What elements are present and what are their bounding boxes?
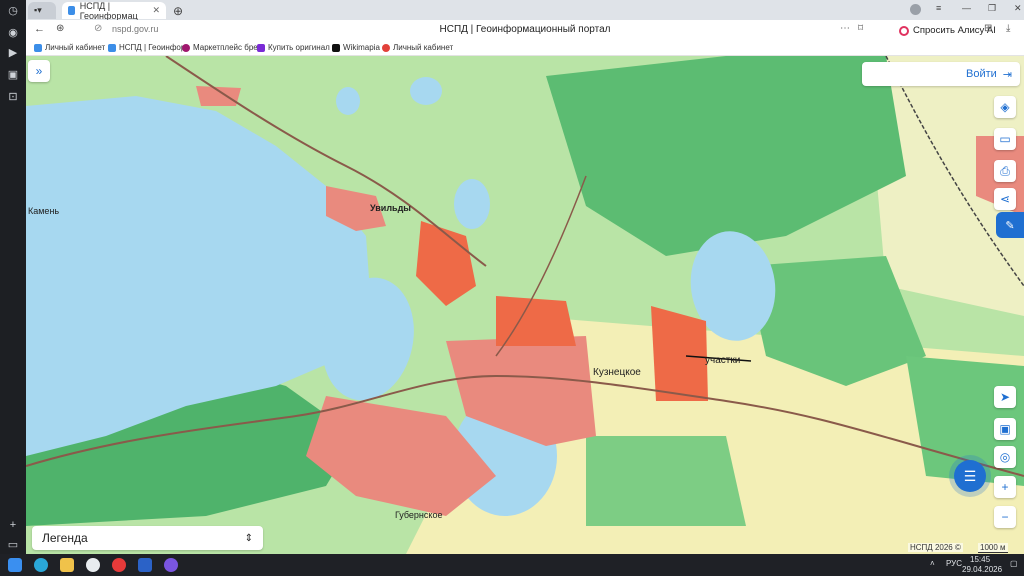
- tab-panel-icon[interactable]: ▣: [6, 68, 20, 82]
- sidebar-toggle-icon[interactable]: ▭: [6, 538, 20, 552]
- edge-icon[interactable]: [34, 558, 48, 572]
- location-icon: ◎: [999, 450, 1011, 464]
- app-icon[interactable]: [86, 558, 100, 572]
- share-button[interactable]: ⋖: [994, 188, 1016, 210]
- layers-icon: ◈: [1000, 100, 1010, 114]
- assistant-chat-button[interactable]: ☰: [954, 460, 986, 492]
- bookmark-item[interactable]: Личный кабинет: [34, 43, 105, 52]
- ruler-icon: ▭: [999, 132, 1011, 146]
- chat-icon: ✎: [1005, 219, 1015, 232]
- print-button[interactable]: ⎙: [994, 160, 1016, 182]
- windows-taskbar: ˄ РУС 15:45 29.04.2026 ▢: [0, 554, 1024, 576]
- tab-title: НСПД | Геоинформац: [79, 0, 138, 21]
- word-icon[interactable]: [138, 558, 152, 572]
- app-drop-icon[interactable]: [164, 558, 178, 572]
- legend-panel[interactable]: Легенда ⇕: [32, 526, 263, 550]
- bookmark-item[interactable]: Личный кабинет: [382, 43, 453, 52]
- login-button[interactable]: Войти ⇥: [862, 62, 1020, 86]
- extensions-icon[interactable]: ⊞: [984, 23, 992, 34]
- map-view[interactable]: Увильды Камень Кузнецкое Губернское учас…: [26, 56, 1024, 554]
- login-icon: ⇥: [1002, 68, 1012, 81]
- bookmark-favicon-icon: [382, 43, 390, 52]
- window-close-icon[interactable]: ✕: [1014, 3, 1022, 14]
- share-icon: ⋖: [999, 192, 1011, 206]
- legend-label: Легенда: [42, 531, 88, 545]
- clock-date[interactable]: 29.04.2026: [962, 565, 1002, 574]
- bookmark-item[interactable]: Wikimapia: [332, 43, 380, 52]
- tab-active[interactable]: НСПД | Геоинформац ✕: [62, 0, 166, 21]
- screenshot-icon[interactable]: ⊡: [6, 90, 20, 104]
- language-indicator[interactable]: РУС: [946, 559, 962, 568]
- bookmark-favicon-icon: [108, 43, 116, 52]
- play-icon[interactable]: ▶: [6, 46, 20, 60]
- measure-button[interactable]: ▭: [994, 128, 1016, 150]
- annotation-uchastki: участки: [705, 355, 741, 366]
- expand-collapse-icon: ⇕: [244, 532, 253, 544]
- chat-bubble-icon: ☰: [963, 467, 977, 484]
- minimize-icon[interactable]: —: [962, 3, 971, 13]
- place-label-gubernskoe: Губернское: [395, 510, 443, 520]
- ask-alice-button[interactable]: Спросить Алису AI: [899, 22, 996, 39]
- close-icon[interactable]: ✕: [152, 5, 160, 16]
- new-tab-button[interactable]: ⊕: [171, 2, 185, 19]
- add-icon[interactable]: +: [6, 518, 20, 532]
- search-location-button[interactable]: ◎: [994, 446, 1016, 468]
- copyright: НСПД 2026 ©: [908, 543, 963, 552]
- geolocation-button[interactable]: ➤: [994, 386, 1016, 408]
- tab-group-button[interactable]: ▪▾: [28, 2, 56, 19]
- download-icon[interactable]: ⤓: [1006, 23, 1010, 34]
- bookmark-item[interactable]: Маркетплейс бре: [182, 43, 258, 52]
- place-label-kuznetskoe: Кузнецкое: [593, 367, 641, 378]
- bookmarks-bar: Личный кабинет НСПД | Геоинфор Маркетпле…: [26, 41, 1024, 56]
- feedback-button[interactable]: ✎: [996, 212, 1024, 238]
- bookmark-favicon-icon: [182, 43, 190, 52]
- nspd-favicon-icon: [68, 6, 75, 15]
- yandex-browser-icon[interactable]: [112, 558, 126, 572]
- bookmark-favicon-icon: [257, 43, 265, 52]
- notifications-icon[interactable]: ▢: [1010, 559, 1018, 568]
- expand-panel-button[interactable]: »: [28, 60, 50, 82]
- workspace-icon: ▪▾: [34, 5, 42, 15]
- history-icon[interactable]: ◷: [6, 4, 20, 18]
- layers-button[interactable]: ◈: [994, 96, 1016, 118]
- feed-icon[interactable]: ◉: [6, 26, 20, 40]
- map-canvas[interactable]: [26, 56, 1024, 554]
- profile-avatar[interactable]: [910, 4, 921, 15]
- start-icon[interactable]: [8, 558, 22, 572]
- map-view-button[interactable]: ▣: [994, 418, 1016, 440]
- scale-bar: 1000 м: [978, 543, 1008, 553]
- zoom-out-button[interactable]: −: [994, 506, 1016, 528]
- page-title: НСПД | Геоинформационный портал: [439, 24, 611, 35]
- alice-icon: [899, 25, 909, 36]
- zoom-in-button[interactable]: +: [994, 476, 1016, 498]
- tray-arrow-icon[interactable]: ˄: [930, 559, 935, 568]
- plus-icon: +: [1001, 480, 1009, 494]
- more-icon[interactable]: ⋯: [840, 23, 850, 34]
- place-label-kamen: Камень: [28, 206, 60, 216]
- bookmark-item[interactable]: НСПД | Геоинфор: [108, 43, 185, 52]
- place-label-uvildy: Увильды: [370, 203, 411, 213]
- bookmark-icon[interactable]: ⌑: [858, 23, 863, 34]
- bookmark-favicon-icon: [34, 43, 42, 52]
- maximize-icon[interactable]: ❐: [988, 3, 996, 14]
- menu-icon[interactable]: ≡: [936, 3, 941, 13]
- picture-in-picture-icon: ▣: [999, 422, 1011, 436]
- bookmark-favicon-icon: [332, 43, 340, 52]
- tab-strip: ▪▾ НСПД | Геоинформац ✕ ⊕ ≡ — ❐ ✕: [26, 0, 1024, 21]
- clock-time[interactable]: 15:45: [970, 555, 990, 564]
- folder-icon[interactable]: [60, 558, 74, 572]
- bookmark-item[interactable]: Купить оригинал: [257, 43, 330, 52]
- minus-icon: −: [1001, 510, 1009, 524]
- print-icon: ⎙: [1000, 163, 1010, 178]
- browser-sidebar: ◷ ◉ ▶ ▣ ⊡ + ▭: [0, 0, 26, 554]
- double-chevron-right-icon: »: [35, 64, 43, 78]
- navigation-arrow-icon: ➤: [999, 390, 1011, 404]
- address-bar: ← ⊛ ⊘ nspd.gov.ru НСПД | Геоинформационн…: [26, 20, 1024, 41]
